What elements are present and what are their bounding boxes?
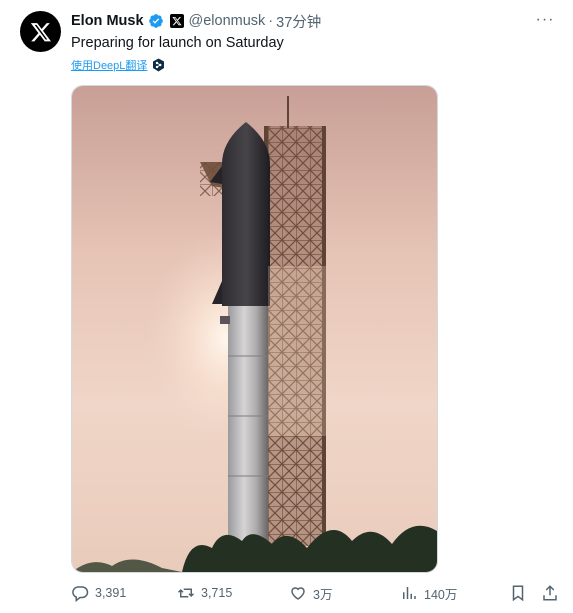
retweet-icon bbox=[177, 588, 195, 598]
retweet-button[interactable]: 3,715 bbox=[177, 583, 232, 603]
like-button[interactable]: 3万 bbox=[289, 583, 332, 603]
reply-icon bbox=[72, 586, 89, 602]
tweet: Elon Musk @elonmusk · 37分钟 ··· Preparing… bbox=[0, 0, 573, 613]
x-logo-icon bbox=[30, 22, 51, 41]
author-name[interactable]: Elon Musk bbox=[71, 13, 144, 29]
tweet-header: Elon Musk @elonmusk · 37分钟 bbox=[71, 11, 321, 31]
translate-label: 使用DeepL翻译 bbox=[71, 60, 148, 72]
deepl-logo-icon bbox=[152, 58, 165, 72]
reply-count: 3,391 bbox=[95, 586, 127, 600]
tweet-media-image[interactable] bbox=[71, 85, 438, 573]
bookmark-icon bbox=[512, 585, 524, 602]
heart-icon bbox=[291, 587, 305, 600]
like-count: 3万 bbox=[313, 587, 333, 602]
translate-link[interactable]: 使用DeepL翻译 bbox=[71, 57, 165, 73]
share-icon bbox=[543, 585, 557, 601]
verified-badge-icon bbox=[148, 13, 164, 29]
view-count: 140万 bbox=[424, 587, 458, 602]
share-button[interactable] bbox=[541, 583, 565, 603]
affiliate-x-badge-icon bbox=[169, 14, 184, 28]
more-options-icon[interactable]: ··· bbox=[535, 11, 555, 28]
tweet-text: Preparing for launch on Saturday bbox=[71, 35, 284, 51]
action-bar: 3,391 3,715 3万 140万 bbox=[71, 583, 561, 603]
bookmark-button[interactable] bbox=[509, 583, 533, 603]
starship-photo bbox=[72, 86, 437, 572]
analytics-icon bbox=[403, 587, 416, 599]
avatar[interactable] bbox=[20, 11, 61, 52]
views-button[interactable]: 140万 bbox=[400, 583, 457, 603]
tweet-timestamp[interactable]: 37分钟 bbox=[276, 11, 321, 32]
header-separator: · bbox=[268, 13, 274, 29]
reply-button[interactable]: 3,391 bbox=[71, 583, 126, 603]
retweet-count: 3,715 bbox=[201, 586, 233, 600]
author-handle[interactable]: @elonmusk bbox=[189, 13, 266, 29]
